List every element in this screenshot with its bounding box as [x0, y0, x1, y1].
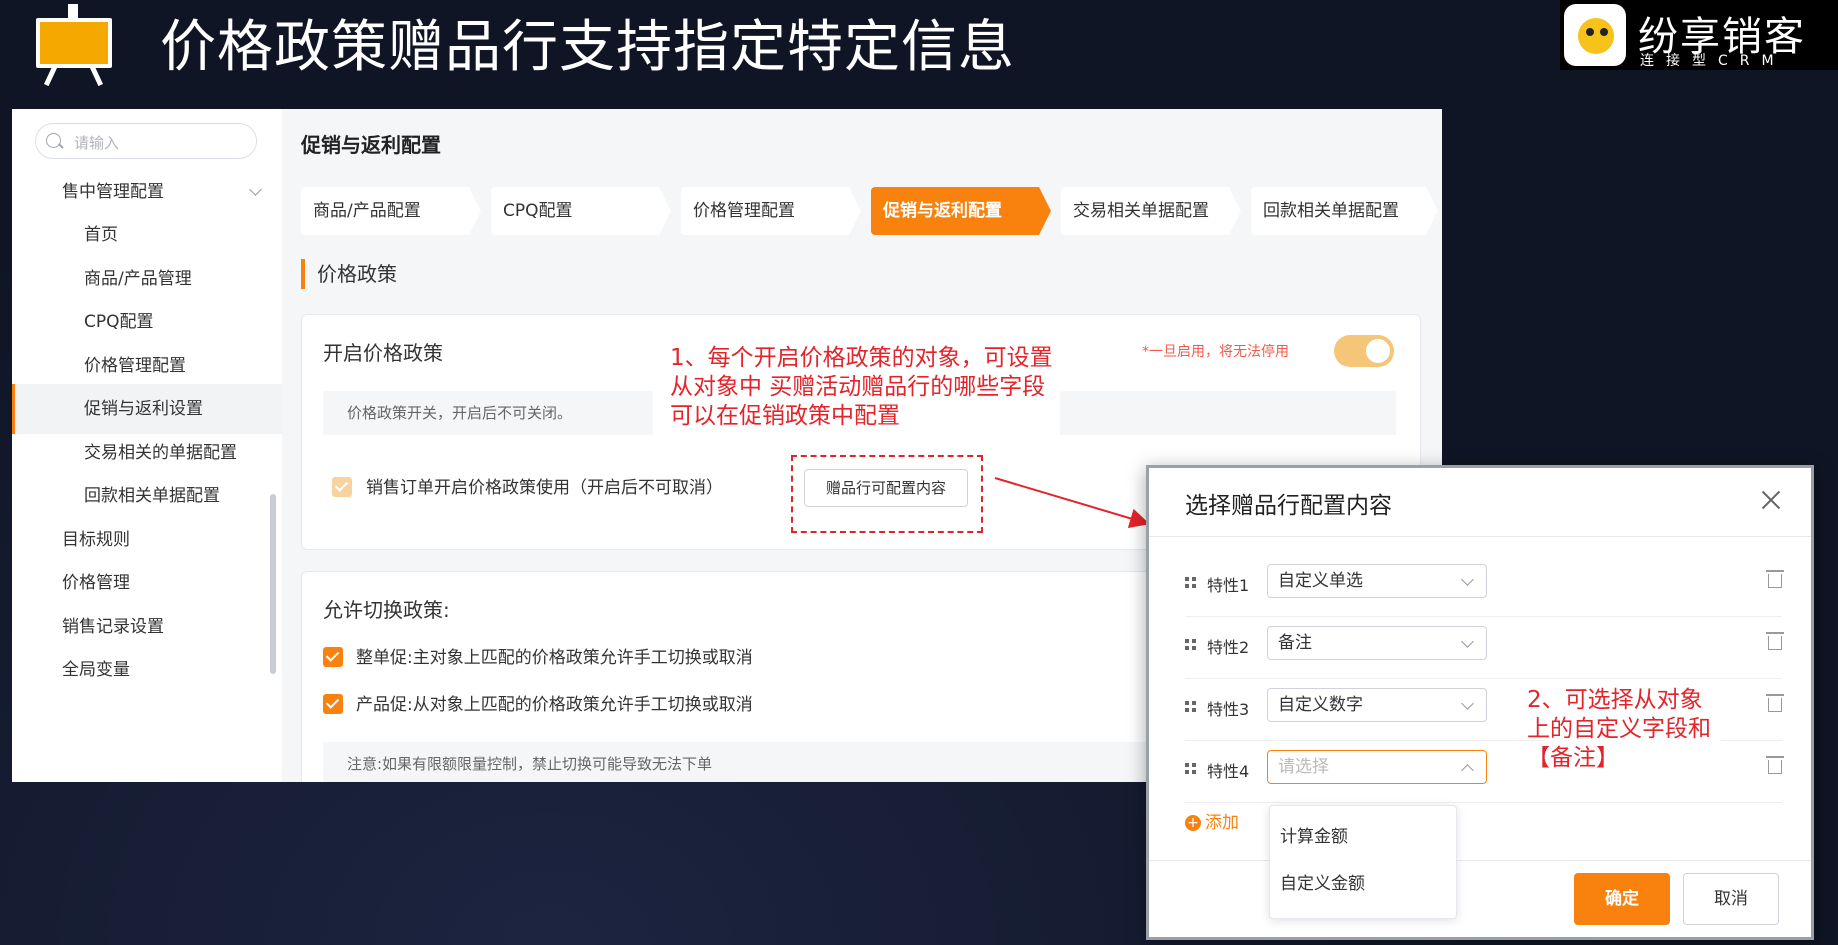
sidebar-item-cpq[interactable]: CPQ配置	[12, 297, 282, 347]
drag-handle-icon[interactable]	[1185, 763, 1197, 775]
tab-payment-docs-config[interactable]: 回款相关单据配置	[1251, 187, 1438, 235]
trash-icon[interactable]	[1766, 694, 1784, 712]
sidebar-item-label: 价格管理配置	[84, 356, 186, 376]
close-icon[interactable]	[1759, 488, 1783, 512]
sidebar-item-label: 全局变量	[62, 660, 130, 680]
sidebar-item-label: 售中管理配置	[62, 182, 164, 202]
add-trait-button[interactable]: + 添加	[1185, 808, 1239, 833]
sidebar-item-label: 促销与返利设置	[84, 399, 203, 419]
sales-order-policy-label: 销售订单开启价格政策使用（开启后不可取消）	[366, 478, 723, 498]
section-title: 价格政策	[301, 259, 397, 289]
sidebar-item-label: CPQ配置	[84, 312, 154, 332]
search-icon	[46, 133, 61, 148]
trait-label: 特性4	[1207, 762, 1250, 781]
description-bar-extension	[1060, 391, 1396, 435]
sidebar-item-promotion[interactable]: 促销与返利设置	[12, 384, 282, 434]
trash-icon[interactable]	[1766, 756, 1784, 774]
drag-handle-icon[interactable]	[1185, 639, 1197, 651]
select-value: 自定义单选	[1278, 571, 1363, 591]
tab-cpq-config[interactable]: CPQ配置	[491, 187, 671, 235]
trait-row: 特性2 备注	[1185, 616, 1784, 679]
select-value: 自定义数字	[1278, 695, 1363, 715]
tab-trade-docs-config[interactable]: 交易相关单据配置	[1061, 187, 1241, 235]
sidebar-item-global-vars[interactable]: 全局变量	[12, 645, 282, 695]
tab-price-config[interactable]: 价格管理配置	[681, 187, 861, 235]
drag-handle-icon[interactable]	[1185, 701, 1197, 713]
sidebar-item-label: 价格管理	[62, 573, 130, 593]
chevron-down-icon	[249, 183, 262, 196]
sidebar-item-payment-docs[interactable]: 回款相关单据配置	[12, 471, 282, 521]
brand-logo: 纷享销客 连接型CRM	[1560, 0, 1838, 70]
presentation-board-icon	[30, 4, 118, 87]
chevron-down-icon	[1461, 635, 1474, 648]
slide-title: 价格政策赠品行支持指定特定信息	[160, 15, 1015, 80]
trait-row: 特性3 自定义数字	[1185, 678, 1545, 741]
select-value: 备注	[1278, 633, 1312, 653]
sidebar-item-label: 目标规则	[62, 530, 130, 550]
sidebar-item-label: 销售记录设置	[62, 617, 164, 637]
tab-product-config[interactable]: 商品/产品配置	[301, 187, 481, 235]
plus-icon: +	[1185, 815, 1201, 831]
drag-handle-icon[interactable]	[1185, 577, 1197, 589]
chevron-down-icon	[1461, 573, 1474, 586]
sidebar: 请输入 售中管理配置 首页 商品/产品管理 CPQ配置 价格管理配置 促销与返利…	[12, 109, 283, 782]
annotation-1: 1、每个开启价格政策的对象，可设置从对象中 买赠活动赠品行的哪些字段可以在促销政…	[670, 345, 1053, 429]
dropdown-option[interactable]: 计算金额	[1280, 822, 1348, 847]
product-promo-switch-checkbox[interactable]	[323, 694, 343, 714]
irreversible-warning: *一旦启用，将无法停用	[1142, 344, 1289, 360]
brand-tagline: 连接型CRM	[1640, 53, 1786, 69]
sidebar-item-label: 交易相关的单据配置	[84, 443, 237, 463]
card-title: 允许切换政策:	[323, 598, 450, 622]
trait-select[interactable]: 自定义单选	[1267, 564, 1487, 598]
trait-select[interactable]: 备注	[1267, 626, 1487, 660]
trait-select[interactable]: 请选择	[1267, 750, 1487, 784]
select-placeholder: 请选择	[1278, 757, 1329, 777]
sidebar-item-label: 回款相关单据配置	[84, 486, 220, 506]
dialog-title: 选择赠品行配置内容	[1185, 493, 1392, 519]
tab-promotion-config[interactable]: 促销与返利配置	[871, 187, 1051, 235]
trait-label: 特性1	[1207, 576, 1250, 595]
order-promo-switch-checkbox[interactable]	[323, 647, 343, 667]
cancel-button[interactable]: 取消	[1683, 873, 1779, 925]
product-promo-switch-label: 产品促:从对象上匹配的价格政策允许手工切换或取消	[356, 695, 753, 715]
trash-icon[interactable]	[1766, 570, 1784, 588]
trait-label: 特性2	[1207, 638, 1250, 657]
trait-label: 特性3	[1207, 700, 1250, 719]
trait-dropdown-menu: 计算金额 自定义金额	[1269, 805, 1457, 919]
search-placeholder: 请输入	[74, 134, 120, 152]
chevron-up-icon	[1461, 764, 1474, 777]
order-promo-switch-label: 整单促:主对象上匹配的价格政策允许手工切换或取消	[356, 648, 753, 668]
card-title: 开启价格政策	[323, 341, 443, 365]
sidebar-search-input[interactable]: 请输入	[35, 123, 257, 159]
highlight-box	[791, 455, 983, 533]
price-policy-toggle[interactable]	[1334, 335, 1394, 367]
chevron-down-icon	[1461, 697, 1474, 710]
add-label: 添加	[1205, 813, 1239, 833]
sidebar-item-label: 首页	[84, 225, 118, 245]
sidebar-item-label: 商品/产品管理	[84, 269, 192, 289]
trait-select[interactable]: 自定义数字	[1267, 688, 1487, 722]
confirm-button[interactable]: 确定	[1574, 873, 1670, 925]
page-title: 促销与返利配置	[301, 133, 441, 157]
sales-order-policy-checkbox[interactable]	[332, 477, 352, 497]
trash-icon[interactable]	[1766, 632, 1784, 650]
sidebar-item-price-mgmt[interactable]: 价格管理	[12, 558, 282, 608]
sidebar-item-home[interactable]: 首页	[12, 210, 282, 260]
trait-row: 特性1 自定义单选	[1185, 554, 1784, 617]
annotation-2: 2、可选择从对象上的自定义字段和【备注】	[1527, 687, 1711, 771]
sidebar-scrollbar[interactable]	[270, 494, 276, 674]
dropdown-option[interactable]: 自定义金额	[1280, 869, 1365, 894]
description-bar: 价格政策开关，开启后不可关闭。	[323, 391, 653, 435]
bee-mascot-icon	[1564, 4, 1626, 66]
